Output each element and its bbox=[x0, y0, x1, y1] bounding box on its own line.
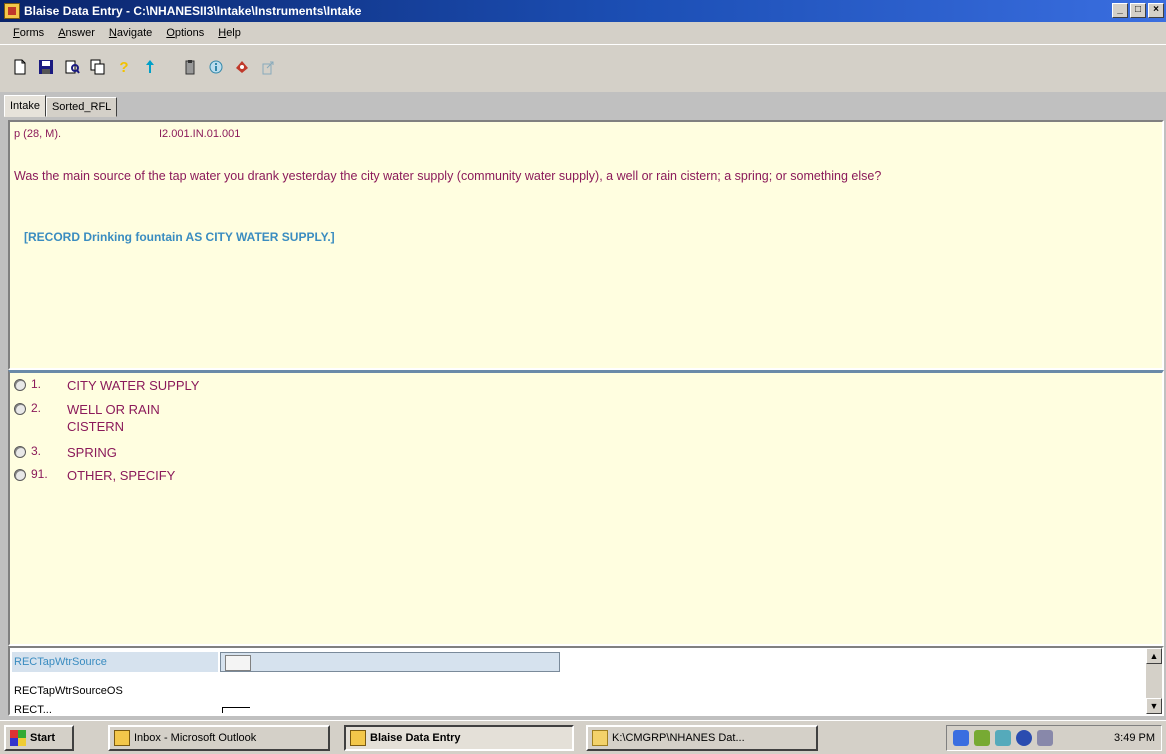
radio-button[interactable] bbox=[14, 446, 26, 458]
tab-sorted-rfl[interactable]: Sorted_RFL bbox=[45, 97, 118, 117]
menu-options[interactable]: Options bbox=[159, 27, 211, 39]
start-button[interactable]: Start bbox=[4, 725, 74, 751]
clipboard-icon[interactable] bbox=[180, 57, 200, 77]
question-text: Was the main source of the tap water you… bbox=[14, 169, 882, 183]
question-pane: p (28, M). I2.001.IN.01.001 Was the main… bbox=[8, 120, 1164, 370]
menu-navigate[interactable]: Navigate bbox=[102, 27, 159, 39]
link-icon[interactable] bbox=[258, 57, 278, 77]
title-bar: Blaise Data Entry - C:\NHANESII3\Intake\… bbox=[0, 0, 1166, 22]
answer-pane: 1. CITY WATER SUPPLY 2. WELL OR RAIN CIST… bbox=[8, 370, 1164, 646]
toolbar: ? bbox=[0, 44, 1166, 92]
tab-intake[interactable]: Intake bbox=[4, 95, 46, 117]
field-value-input[interactable] bbox=[220, 652, 560, 672]
system-tray: 3:49 PM bbox=[946, 725, 1162, 751]
menu-answer[interactable]: Answer bbox=[51, 27, 102, 39]
network-icon[interactable] bbox=[953, 730, 969, 746]
outlook-icon bbox=[114, 730, 130, 746]
form-tabs: Intake Sorted_RFL bbox=[4, 95, 118, 117]
taskbar-item-blaise[interactable]: Blaise Data Entry bbox=[344, 725, 574, 751]
vertical-scrollbar[interactable]: ▲ ▼ bbox=[1146, 648, 1162, 714]
menu-bar: Forms Answer Navigate Options Help bbox=[0, 22, 1166, 44]
taskbar-item-folder[interactable]: K:\CMGRP\NHANES Dat... bbox=[586, 725, 818, 751]
menu-help[interactable]: Help bbox=[211, 27, 248, 39]
answer-option-1[interactable]: 1. CITY WATER SUPPLY bbox=[14, 377, 199, 394]
blaise-app-icon bbox=[4, 3, 20, 19]
remark-icon[interactable] bbox=[232, 57, 252, 77]
question-code: I2.001.IN.01.001 bbox=[159, 128, 241, 140]
windows-logo-icon bbox=[10, 730, 26, 746]
radio-button[interactable] bbox=[14, 469, 26, 481]
maximize-button[interactable]: □ bbox=[1130, 3, 1146, 18]
blaise-app-icon bbox=[350, 730, 366, 746]
window-controls: _ □ × bbox=[1112, 3, 1164, 18]
answer-option-2[interactable]: 2. WELL OR RAIN CISTERN bbox=[14, 401, 160, 435]
folder-icon bbox=[592, 730, 608, 746]
taskbar: Start Inbox - Microsoft Outlook Blaise D… bbox=[0, 720, 1166, 754]
globe-icon[interactable] bbox=[1016, 730, 1032, 746]
field-list-pane: RECTapWtrSource RECTapWtrSourceOS RECT..… bbox=[8, 646, 1164, 716]
save-icon[interactable] bbox=[36, 57, 56, 77]
field-row-active[interactable]: RECTapWtrSource bbox=[12, 652, 1148, 672]
question-prefix: p (28, M). bbox=[14, 128, 62, 140]
taskbar-item-outlook[interactable]: Inbox - Microsoft Outlook bbox=[108, 725, 330, 751]
minimize-button[interactable]: _ bbox=[1112, 3, 1128, 18]
close-button[interactable]: × bbox=[1148, 3, 1164, 18]
window-title: Blaise Data Entry - C:\NHANESII3\Intake\… bbox=[24, 4, 362, 18]
field-name: RECT... bbox=[14, 704, 52, 714]
info-circle-icon[interactable] bbox=[206, 57, 226, 77]
find-icon[interactable] bbox=[62, 57, 82, 77]
interviewer-instruction: [RECORD Drinking fountain AS CITY WATER … bbox=[24, 230, 335, 244]
copy-icon[interactable] bbox=[88, 57, 108, 77]
clock[interactable]: 3:49 PM bbox=[1114, 732, 1155, 744]
help-question-icon[interactable]: ? bbox=[114, 57, 134, 77]
radio-button[interactable] bbox=[14, 379, 26, 391]
menu-forms[interactable]: Forms bbox=[6, 27, 51, 39]
field-row[interactable]: RECT... bbox=[12, 704, 1148, 714]
question-header: p (28, M). I2.001.IN.01.001 bbox=[14, 128, 240, 140]
field-value-input[interactable] bbox=[222, 707, 250, 713]
volume-icon[interactable] bbox=[974, 730, 990, 746]
new-form-icon[interactable] bbox=[10, 57, 30, 77]
scroll-up-icon[interactable]: ▲ bbox=[1146, 648, 1162, 664]
scroll-down-icon[interactable]: ▼ bbox=[1146, 698, 1162, 714]
antivirus-icon[interactable] bbox=[995, 730, 1011, 746]
messenger-icon[interactable] bbox=[1037, 730, 1053, 746]
answer-option-3[interactable]: 3. SPRING bbox=[14, 444, 117, 461]
field-name: RECTapWtrSourceOS bbox=[14, 685, 123, 697]
answer-option-91[interactable]: 91. OTHER, SPECIFY bbox=[14, 467, 175, 484]
radio-button[interactable] bbox=[14, 403, 26, 415]
field-name: RECTapWtrSource bbox=[12, 652, 218, 672]
field-row[interactable]: RECTapWtrSourceOS bbox=[12, 681, 1148, 701]
info-arrow-icon[interactable] bbox=[140, 57, 160, 77]
